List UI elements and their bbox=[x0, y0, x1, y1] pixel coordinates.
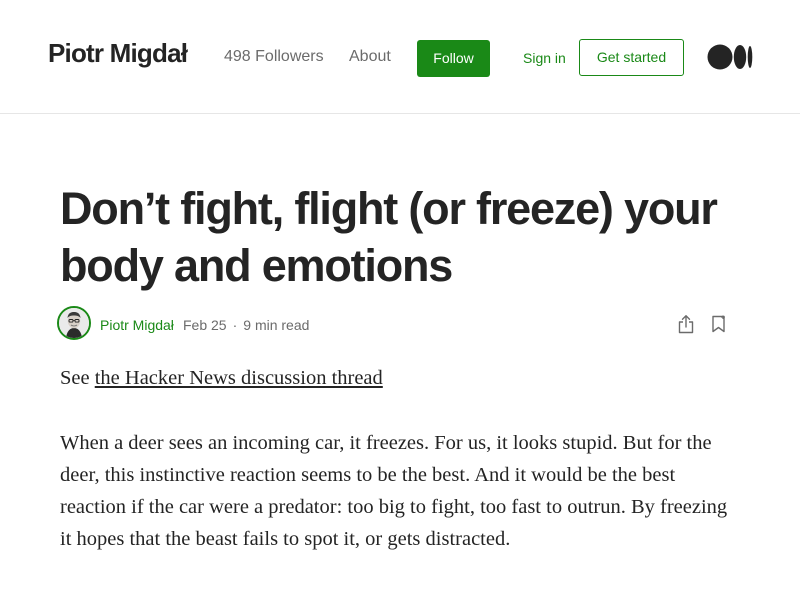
read-time: 9 min read bbox=[243, 317, 310, 333]
follow-button[interactable]: Follow bbox=[417, 40, 490, 77]
publication-brand[interactable]: Piotr Migdał bbox=[48, 38, 188, 69]
get-started-button[interactable]: Get started bbox=[579, 39, 684, 76]
meta-separator: · bbox=[232, 317, 238, 333]
sign-in-link[interactable]: Sign in bbox=[523, 50, 566, 66]
bookmark-icon[interactable] bbox=[711, 315, 727, 333]
avatar-portrait-icon bbox=[59, 308, 89, 338]
medium-logo-icon[interactable] bbox=[707, 44, 753, 70]
hacker-news-link[interactable]: the Hacker News discussion thread bbox=[95, 367, 383, 389]
top-navigation-bar: Piotr Migdał 498 Followers About Follow … bbox=[0, 0, 800, 114]
article-paragraph: When a deer sees an incoming car, it fre… bbox=[60, 432, 728, 550]
author-avatar[interactable] bbox=[57, 306, 91, 340]
author-name-link[interactable]: Piotr Migdał bbox=[100, 317, 174, 333]
intro-prefix: See bbox=[60, 367, 95, 389]
intro-paragraph: See the Hacker News discussion thread bbox=[60, 362, 740, 394]
publish-date: Feb 25 bbox=[183, 317, 227, 333]
followers-link[interactable]: 498 Followers bbox=[224, 48, 324, 66]
about-link[interactable]: About bbox=[349, 48, 391, 66]
article-byline: Piotr Migdał Feb 25 · 9 min read bbox=[57, 306, 737, 342]
share-icon[interactable] bbox=[677, 314, 695, 334]
article-title: Don’t fight, flight (or freeze) your bod… bbox=[60, 183, 718, 291]
article-meta: Feb 25 · 9 min read bbox=[183, 317, 309, 333]
